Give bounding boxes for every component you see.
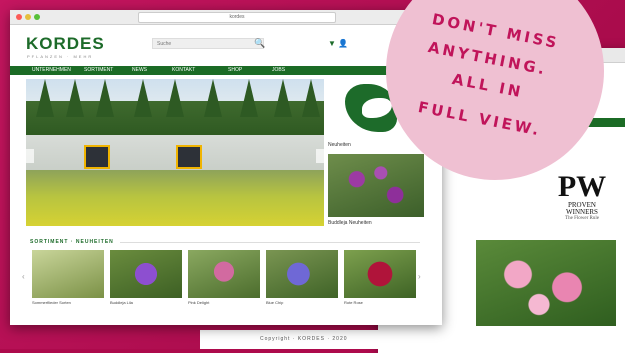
tree-shape: [274, 79, 292, 117]
hero-image[interactable]: [26, 79, 324, 226]
hydrangea-photo: [476, 240, 616, 326]
row-next-arrow[interactable]: ›: [418, 272, 421, 281]
minimize-dot[interactable]: [25, 14, 31, 20]
kordes-logo[interactable]: KORDES: [26, 34, 105, 54]
side-caption-1[interactable]: Neuheiten: [328, 142, 351, 148]
main-nav: UNTERNEHMEN SORTIMENT NEWS KONTAKT SHOP …: [10, 66, 442, 75]
cart-icon[interactable]: ▼ 👤: [328, 39, 348, 48]
pw-logo-big: PW: [557, 170, 607, 203]
nav-item-1[interactable]: SORTIMENT: [84, 67, 113, 73]
front-browser-window: kordes KORDES PFLANZEN · MEHR Suche 🔍 ▼ …: [10, 10, 442, 325]
thumb-caption[interactable]: Sommerflieder Sorten: [32, 300, 104, 305]
product-thumb[interactable]: [266, 250, 338, 298]
section-title: SORTIMENT · NEUHEITEN: [30, 239, 114, 245]
thumb-caption[interactable]: Pink Delight: [188, 300, 260, 305]
tractor-image: [84, 145, 110, 169]
product-thumb[interactable]: [188, 250, 260, 298]
tractor-image: [176, 145, 202, 169]
maximize-dot[interactable]: [34, 14, 40, 20]
footer-text: Copyright · KORDES · 2020: [260, 336, 348, 342]
tree-shape: [166, 79, 184, 117]
pw-logo-line2: WINNERS: [566, 208, 598, 216]
tree-shape: [302, 79, 320, 117]
logo-subtitle: PFLANZEN · MEHR: [27, 54, 94, 59]
proven-winners-logo: PW PROVEN WINNERS The Flower Rule: [548, 172, 616, 234]
product-thumb[interactable]: [32, 250, 104, 298]
nav-item-2[interactable]: NEWS: [132, 67, 147, 73]
product-thumb[interactable]: [110, 250, 182, 298]
tree-shape: [36, 79, 54, 117]
thumb-caption[interactable]: Buddleja Lila: [110, 300, 182, 305]
pw-logo-tagline: The Flower Rule: [565, 216, 599, 221]
side-caption-2[interactable]: Buddleja Neuheiten: [328, 220, 372, 226]
close-dot[interactable]: [16, 14, 22, 20]
side-teaser-2[interactable]: [328, 154, 424, 217]
tree-shape: [96, 79, 114, 117]
section-divider: [120, 242, 420, 243]
nav-item-0[interactable]: UNTERNEHMEN: [32, 67, 71, 73]
hero-prev-arrow[interactable]: [26, 149, 34, 163]
nav-item-5[interactable]: JOBS: [272, 67, 285, 73]
search-icon[interactable]: 🔍: [254, 38, 265, 49]
browser-titlebar: kordes: [10, 10, 442, 25]
site-header: KORDES PFLANZEN · MEHR Suche 🔍 ▼ 👤: [10, 25, 442, 67]
hero-next-arrow[interactable]: [316, 149, 324, 163]
product-thumb[interactable]: [344, 250, 416, 298]
row-prev-arrow[interactable]: ‹: [22, 272, 25, 281]
thumb-caption[interactable]: Rote Rose: [344, 300, 416, 305]
nav-item-3[interactable]: KONTAKT: [172, 67, 195, 73]
address-bar[interactable]: kordes: [138, 12, 336, 23]
tree-shape: [134, 79, 152, 117]
tree-shape: [240, 79, 258, 117]
tree-shape: [66, 79, 84, 117]
search-input[interactable]: Suche: [152, 38, 264, 49]
thumb-caption[interactable]: Blue Chip: [266, 300, 338, 305]
nav-item-4[interactable]: SHOP: [228, 67, 242, 73]
tree-shape: [204, 79, 222, 117]
